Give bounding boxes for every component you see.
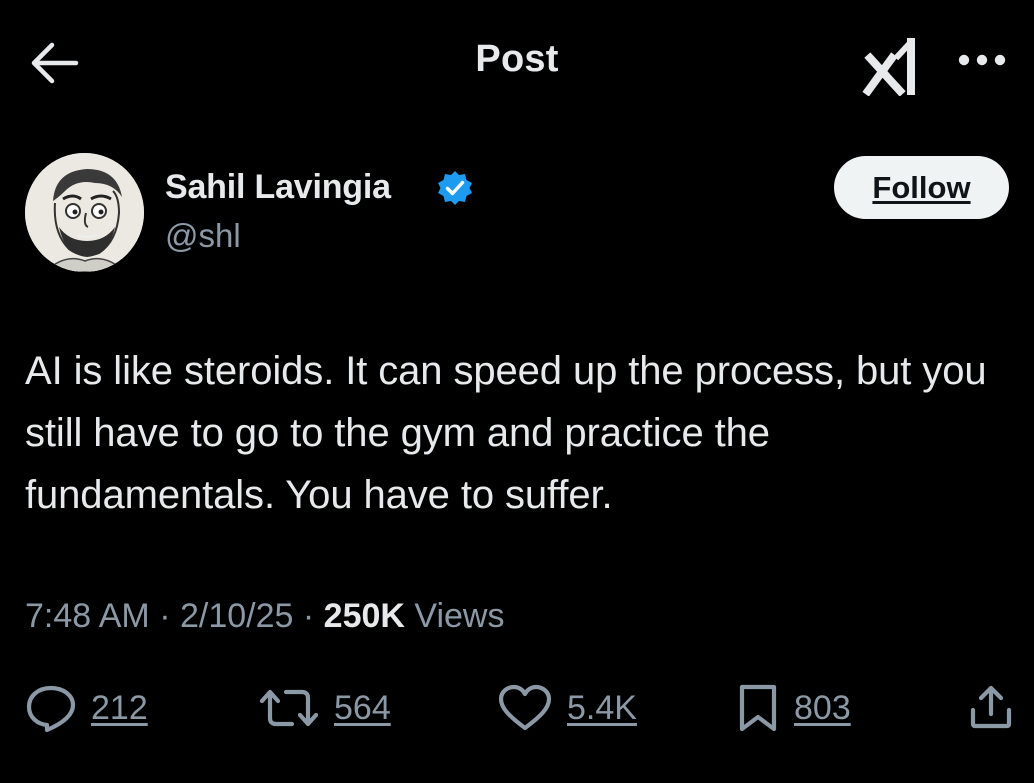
reply-count: 212 xyxy=(91,688,148,727)
follow-button[interactable]: Follow xyxy=(834,156,1009,219)
heart-icon xyxy=(498,684,552,731)
share-icon xyxy=(970,685,1012,729)
author-name[interactable]: Sahil Lavingia xyxy=(165,168,391,207)
bookmark-count: 803 xyxy=(794,688,851,727)
like-button[interactable]: 5.4K xyxy=(497,680,637,736)
views-count[interactable]: 250K xyxy=(324,597,405,635)
post-meta: 7:48 AM · 2/10/25 · 250K Views xyxy=(25,597,505,636)
reply-icon xyxy=(26,685,76,732)
post-date: 2/10/25 xyxy=(179,597,294,635)
avatar-sketch-icon xyxy=(25,153,144,272)
views-label[interactable]: Views xyxy=(414,597,504,635)
bookmark-icon xyxy=(739,684,777,732)
author-handle[interactable]: @shl xyxy=(165,217,241,255)
share-button[interactable] xyxy=(968,684,1014,730)
more-horizontal-icon xyxy=(958,54,1006,66)
reply-button[interactable]: 212 xyxy=(25,680,148,736)
repost-button[interactable]: 564 xyxy=(258,680,391,736)
grok-button[interactable] xyxy=(862,36,926,97)
verified-badge-icon xyxy=(437,170,473,206)
repost-count: 564 xyxy=(334,688,391,727)
meta-separator: · xyxy=(159,597,180,635)
repost-icon xyxy=(259,689,319,727)
like-count: 5.4K xyxy=(567,688,637,727)
meta-separator: · xyxy=(302,597,324,635)
more-options-button[interactable] xyxy=(954,38,1010,82)
grok-logo-icon xyxy=(862,37,916,97)
bookmark-button[interactable]: 803 xyxy=(736,680,851,736)
post-time: 7:48 AM xyxy=(25,597,150,635)
post-text: AI is like steroids. It can speed up the… xyxy=(25,349,987,517)
avatar[interactable] xyxy=(25,153,144,272)
